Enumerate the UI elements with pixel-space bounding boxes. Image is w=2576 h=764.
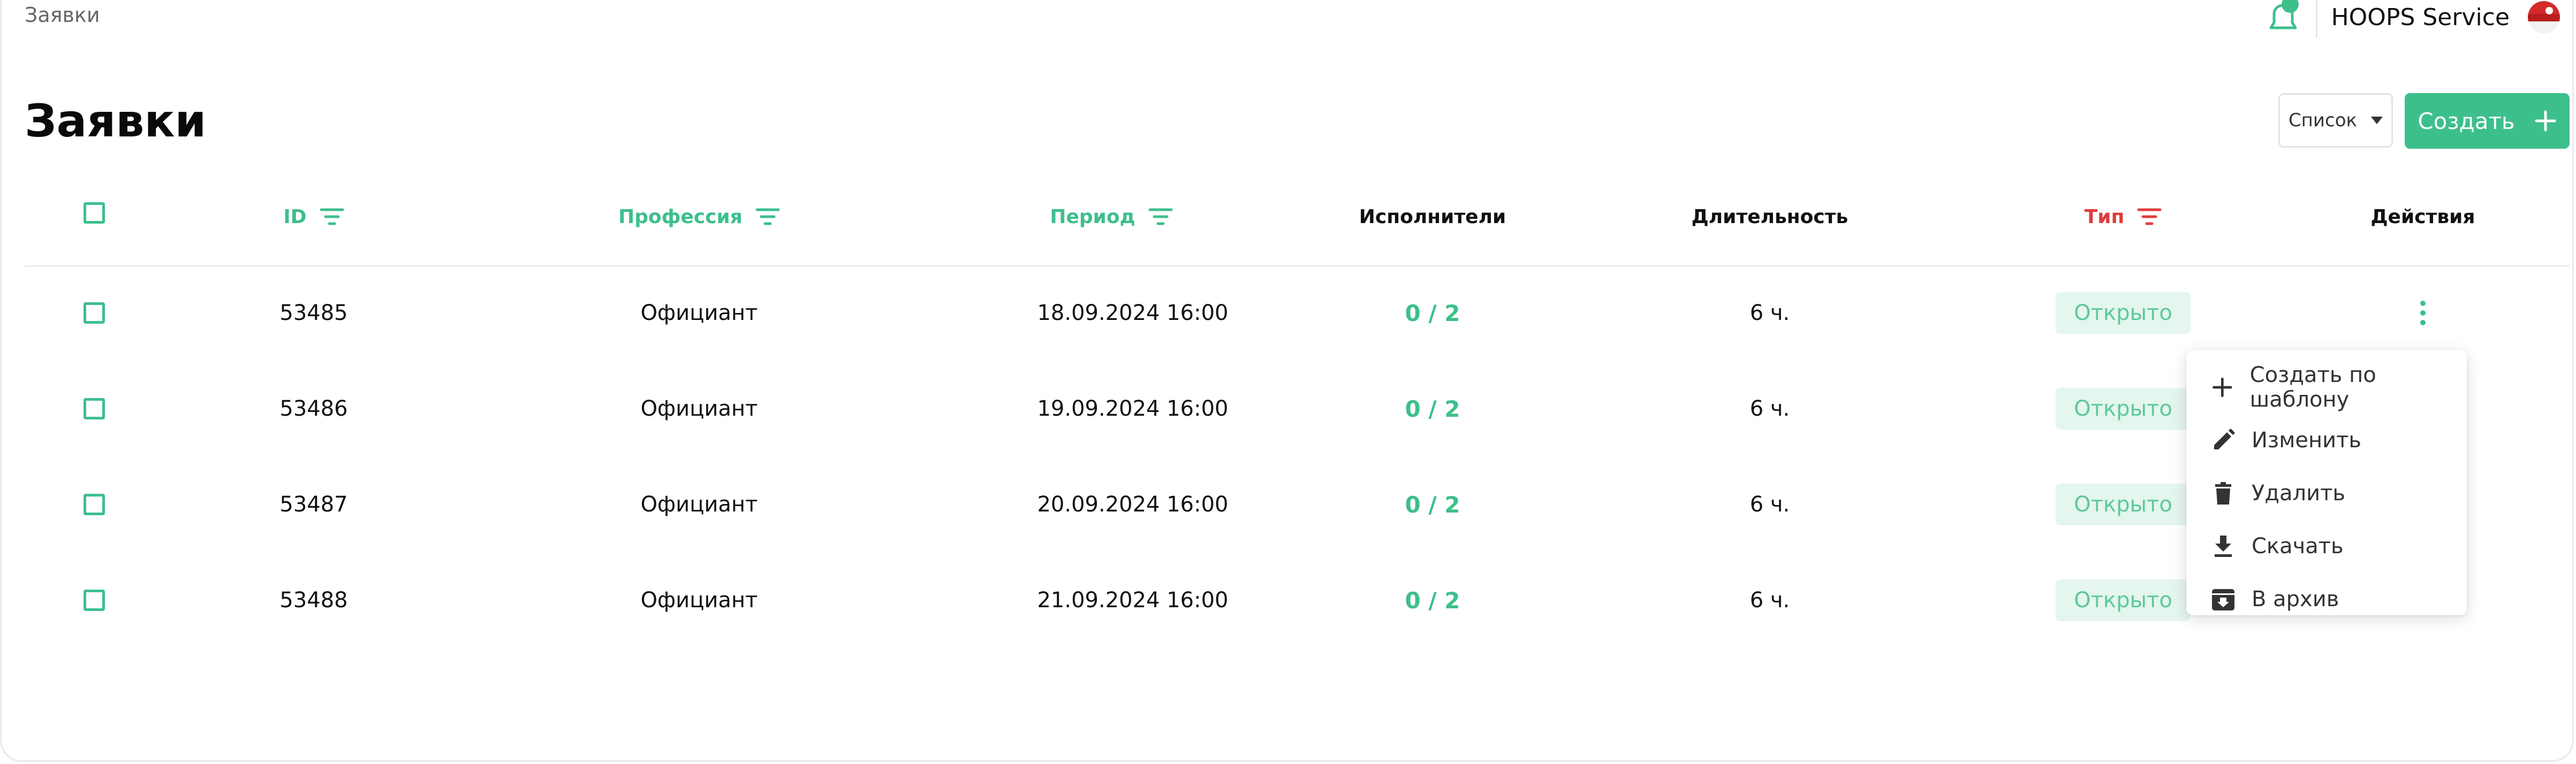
row-checkbox[interactable]	[84, 302, 105, 324]
pencil-icon	[2214, 428, 2235, 449]
create-button[interactable]: Создать	[2405, 93, 2570, 149]
status-badge: Открыто	[2056, 579, 2191, 621]
row-period: 21.09.2024 16:00	[1037, 588, 1229, 613]
column-header-id[interactable]: ID	[233, 182, 394, 251]
row-duration: 6 ч.	[1749, 301, 1790, 325]
row-id[interactable]: 53487	[233, 457, 394, 552]
page-title: Заявки	[25, 95, 207, 147]
row-period: 20.09.2024 16:00	[1037, 492, 1229, 517]
trash-icon	[2215, 482, 2231, 505]
row-type: Открыто	[2048, 553, 2198, 648]
menu-item-archive[interactable]: В архив	[2186, 572, 2467, 625]
create-button-label: Создать	[2418, 108, 2515, 134]
view-mode-label: Список	[2288, 110, 2358, 131]
status-badge: Открыто	[2056, 292, 2191, 334]
menu-item-label: Создать по шаблону	[2249, 362, 2376, 412]
plus-icon	[2213, 377, 2232, 397]
breadcrumb[interactable]: Заявки	[25, 3, 100, 27]
row-checkbox[interactable]	[84, 398, 105, 419]
filter-icon[interactable]	[1148, 207, 1173, 227]
menu-item-delete[interactable]: Удалить	[2186, 467, 2467, 519]
row-executors[interactable]: 0 / 2	[1315, 457, 1550, 552]
filter-icon[interactable]	[755, 207, 780, 227]
select-all-checkbox[interactable]	[84, 202, 105, 224]
column-header-executors: Исполнители	[1359, 205, 1506, 228]
row-id[interactable]: 53486	[233, 361, 394, 456]
header-right: HOOPS Service	[2264, 0, 2560, 38]
menu-item-label: В архив	[2252, 586, 2339, 612]
filter-active-icon[interactable]	[2137, 207, 2162, 227]
row-profession: Официант	[640, 396, 758, 421]
row-duration: 6 ч.	[1749, 492, 1790, 517]
avatar[interactable]	[2528, 1, 2560, 33]
column-header-duration: Длительность	[1691, 205, 1848, 228]
notification-bell-icon[interactable]	[2264, 0, 2302, 34]
filter-icon[interactable]	[320, 207, 344, 227]
download-icon	[2215, 535, 2232, 557]
table-header: ID Профессия Период Исполнители Длительн…	[25, 182, 2570, 267]
column-header-type-label: Тип	[2084, 205, 2125, 228]
row-period: 18.09.2024 16:00	[1037, 301, 1229, 325]
plus-icon	[2535, 110, 2556, 132]
menu-item-create-from-template[interactable]: Создать по шаблону	[2186, 361, 2467, 414]
row-executors[interactable]: 0 / 2	[1315, 553, 1550, 648]
row-id[interactable]: 53488	[233, 553, 394, 648]
status-badge: Открыто	[2056, 388, 2191, 430]
row-duration: 6 ч.	[1749, 396, 1790, 421]
column-header-period[interactable]: Период	[999, 182, 1224, 251]
row-type: Открыто	[2048, 457, 2198, 552]
row-type: Открыто	[2048, 265, 2198, 361]
archive-icon	[2212, 589, 2234, 610]
table-row[interactable]: 53485 Официант 18.09.2024 16:00 0 / 2 6 …	[25, 265, 2570, 361]
more-vertical-icon[interactable]	[2412, 297, 2434, 329]
row-executors[interactable]: 0 / 2	[1315, 265, 1550, 361]
column-header-actions: Действия	[2370, 205, 2475, 228]
column-header-profession[interactable]: Профессия	[571, 182, 828, 251]
company-name[interactable]: HOOPS Service	[2331, 4, 2510, 31]
row-checkbox[interactable]	[84, 590, 105, 611]
menu-item-edit[interactable]: Изменить	[2186, 414, 2467, 467]
status-badge: Открыто	[2056, 484, 2191, 525]
row-actions-menu: Создать по шаблону Изменить Удалить Скач…	[2186, 350, 2467, 615]
column-header-type[interactable]: Тип	[2048, 182, 2198, 251]
row-profession: Официант	[640, 588, 758, 613]
view-mode-select[interactable]: Список	[2278, 93, 2393, 148]
row-checkbox[interactable]	[84, 494, 105, 515]
row-profession: Официант	[640, 492, 758, 517]
row-profession: Официант	[640, 301, 758, 325]
row-executors[interactable]: 0 / 2	[1315, 361, 1550, 456]
row-id[interactable]: 53485	[233, 265, 394, 361]
menu-item-label: Скачать	[2252, 533, 2344, 559]
row-duration: 6 ч.	[1749, 588, 1790, 613]
row-type: Открыто	[2048, 361, 2198, 456]
row-period: 19.09.2024 16:00	[1037, 396, 1229, 421]
menu-item-label: Изменить	[2252, 427, 2361, 453]
row-actions	[2343, 265, 2503, 361]
caret-down-icon	[2371, 117, 2383, 124]
menu-item-label: Удалить	[2252, 480, 2345, 506]
column-header-period-label: Период	[1050, 205, 1135, 228]
header-divider	[2315, 0, 2317, 38]
column-header-id-label: ID	[283, 205, 307, 228]
column-header-profession-label: Профессия	[618, 205, 743, 228]
menu-item-download[interactable]: Скачать	[2186, 519, 2467, 572]
